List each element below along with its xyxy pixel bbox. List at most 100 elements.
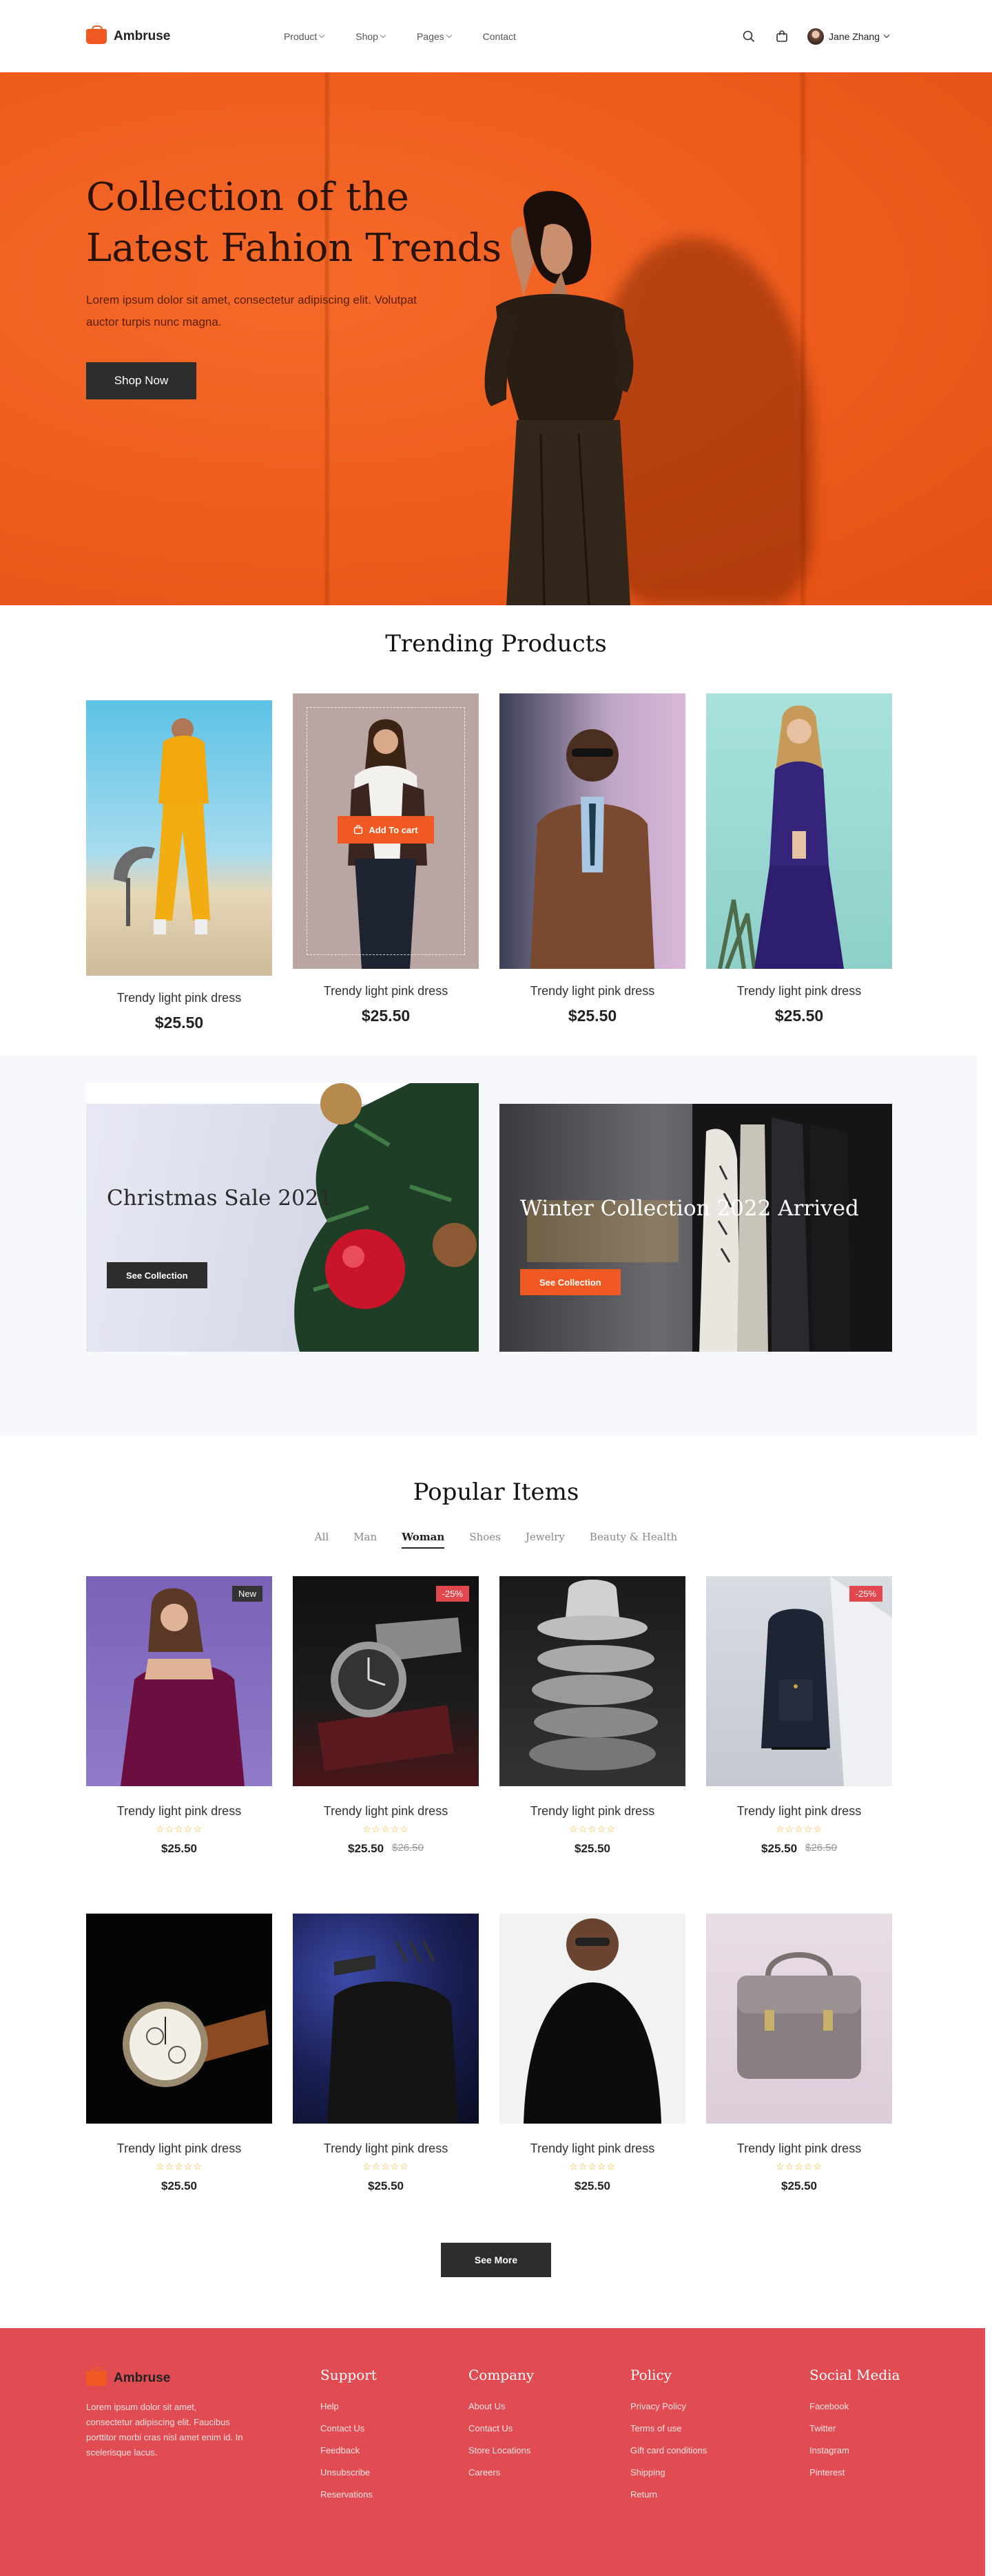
product-image[interactable]: New bbox=[86, 1576, 272, 1786]
tab-all[interactable]: All bbox=[315, 1531, 329, 1549]
product-name: Trendy light pink dress bbox=[116, 1804, 242, 1818]
product-image[interactable] bbox=[499, 693, 685, 969]
tab-jewelry[interactable]: Jewelry bbox=[526, 1531, 565, 1549]
top-navbar: Ambruse Product Shop Pages Contact Jane … bbox=[0, 0, 992, 72]
discount-badge: -25% bbox=[849, 1586, 882, 1602]
footer-link[interactable]: Contact Us bbox=[320, 2423, 377, 2433]
footer-brand: Ambruse Lorem ipsum dolor sit amet, cons… bbox=[86, 2367, 245, 2460]
product-price: $25.50 bbox=[761, 1842, 798, 1855]
product-image[interactable] bbox=[706, 693, 892, 969]
product-card[interactable]: Add To cart Trendy light pink dress $25.… bbox=[293, 693, 479, 1032]
hero-content: Collection of the Latest Fahion Trends L… bbox=[86, 172, 513, 399]
brand-name: Ambruse bbox=[114, 28, 171, 43]
footer-link[interactable]: Facebook bbox=[809, 2401, 900, 2411]
product-image[interactable] bbox=[499, 1914, 685, 2124]
product-image[interactable] bbox=[86, 1914, 272, 2124]
footer-link[interactable]: Unsubscribe bbox=[320, 2467, 377, 2478]
rating-stars-icon: ☆☆☆☆☆ bbox=[362, 2161, 409, 2172]
footer-link[interactable]: Careers bbox=[468, 2467, 534, 2478]
tab-woman[interactable]: Woman bbox=[402, 1531, 445, 1549]
product-image[interactable]: -25% bbox=[293, 1576, 479, 1786]
price-row: $25.50 bbox=[499, 1842, 685, 1856]
promo-section: Christmas Sale 2021 See Collection Winte… bbox=[0, 1056, 977, 1436]
product-card[interactable]: Trendy light pink dress $25.50 bbox=[499, 693, 685, 1032]
product-card[interactable]: Trendy light pink dress ☆☆☆☆☆ $25.50 bbox=[293, 1914, 479, 2193]
footer-link[interactable]: Pinterest bbox=[809, 2467, 900, 2478]
price-row: $25.50 $26.50 bbox=[706, 1842, 892, 1856]
footer-link[interactable]: Feedback bbox=[320, 2445, 377, 2455]
footer-link[interactable]: Shipping bbox=[630, 2467, 707, 2478]
cart-icon[interactable] bbox=[774, 29, 789, 44]
product-card[interactable]: New Trendy light pink dress ☆☆☆☆☆ $25.50 bbox=[86, 1576, 272, 1856]
nav-item-product[interactable]: Product bbox=[284, 31, 325, 42]
shopping-bag-icon bbox=[354, 825, 363, 835]
tab-man[interactable]: Man bbox=[353, 1531, 377, 1549]
old-price: $26.50 bbox=[805, 1842, 837, 1854]
product-name: Trendy light pink dress bbox=[323, 1804, 448, 1818]
footer-link[interactable]: About Us bbox=[468, 2401, 534, 2411]
footer-link[interactable]: Instagram bbox=[809, 2445, 900, 2455]
product-card[interactable]: -25% Trendy light pink dress ☆☆☆☆☆ $25.5… bbox=[293, 1576, 479, 1856]
product-price: $25.50 bbox=[774, 1007, 824, 1025]
product-image[interactable]: -25% bbox=[706, 1576, 892, 1786]
footer-link[interactable]: Privacy Policy bbox=[630, 2401, 707, 2411]
tab-beauty-health[interactable]: Beauty & Health bbox=[590, 1531, 677, 1549]
product-image[interactable] bbox=[293, 1914, 479, 2124]
product-name: Trendy light pink dress bbox=[116, 2142, 242, 2155]
product-name: Trendy light pink dress bbox=[530, 984, 655, 998]
rating-stars-icon: ☆☆☆☆☆ bbox=[156, 2161, 203, 2172]
footer-link[interactable]: Contact Us bbox=[468, 2423, 534, 2433]
product-price: $25.50 bbox=[575, 1842, 610, 1855]
promo-card-winter[interactable]: Winter Collection 2022 Arrived See Colle… bbox=[499, 1083, 892, 1352]
footer-link[interactable]: Twitter bbox=[809, 2423, 900, 2433]
see-collection-button[interactable]: See Collection bbox=[107, 1262, 207, 1288]
user-menu[interactable]: Jane Zhang bbox=[807, 28, 890, 45]
footer-link[interactable]: Store Locations bbox=[468, 2445, 534, 2455]
main-nav: Product Shop Pages Contact bbox=[284, 31, 548, 42]
product-image[interactable] bbox=[706, 1914, 892, 2124]
price-row: $25.50 bbox=[86, 2179, 272, 2193]
price-row: $25.50 bbox=[706, 2179, 892, 2193]
footer-link[interactable]: Gift card conditions bbox=[630, 2445, 707, 2455]
promo-card-christmas[interactable]: Christmas Sale 2021 See Collection bbox=[86, 1083, 479, 1352]
product-image[interactable]: Add To cart bbox=[293, 693, 479, 969]
see-more-button[interactable]: See More bbox=[441, 2243, 551, 2277]
price-row: $25.50 bbox=[293, 2179, 479, 2193]
product-image[interactable] bbox=[499, 1576, 685, 1786]
footer-column-title: Support bbox=[320, 2367, 377, 2383]
product-name: Trendy light pink dress bbox=[736, 1804, 862, 1818]
product-card[interactable]: -25% Trendy light pink dress ☆☆☆☆☆ $25.5… bbox=[706, 1576, 892, 1856]
nav-item-pages[interactable]: Pages bbox=[416, 30, 452, 42]
footer-link[interactable]: Reservations bbox=[320, 2489, 377, 2500]
search-icon[interactable] bbox=[741, 29, 756, 44]
footer-logo[interactable]: Ambruse bbox=[86, 2367, 245, 2386]
product-image[interactable] bbox=[86, 700, 272, 976]
footer-column-title: Company bbox=[468, 2367, 535, 2383]
category-tabs: All Man Woman Shoes Jewelry Beauty & Hea… bbox=[0, 1531, 992, 1549]
product-card[interactable]: Trendy light pink dress $25.50 bbox=[706, 693, 892, 1032]
nav-item-contact[interactable]: Contact bbox=[483, 31, 516, 42]
product-card[interactable]: Trendy light pink dress ☆☆☆☆☆ $25.50 bbox=[706, 1914, 892, 2193]
discount-badge: -25% bbox=[435, 1586, 469, 1602]
brand-logo[interactable]: Ambruse bbox=[86, 25, 171, 44]
product-card[interactable]: Trendy light pink dress ☆☆☆☆☆ $25.50 bbox=[499, 1576, 685, 1856]
product-card[interactable]: Trendy light pink dress $25.50 bbox=[86, 700, 272, 1032]
product-card[interactable]: Trendy light pink dress ☆☆☆☆☆ $25.50 bbox=[499, 1914, 685, 2193]
footer-link[interactable]: Terms of use bbox=[630, 2423, 707, 2433]
tab-shoes[interactable]: Shoes bbox=[469, 1531, 501, 1549]
nav-item-label: Pages bbox=[416, 30, 444, 42]
product-card[interactable]: Trendy light pink dress ☆☆☆☆☆ $25.50 bbox=[86, 1914, 272, 2193]
product-name: Trendy light pink dress bbox=[323, 2142, 448, 2155]
nav-item-label: Shop bbox=[355, 30, 378, 42]
promo-row: Christmas Sale 2021 See Collection Winte… bbox=[0, 1083, 977, 1352]
nav-item-shop[interactable]: Shop bbox=[355, 30, 386, 42]
section-title: Trending Products bbox=[385, 630, 607, 658]
see-collection-button[interactable]: See Collection bbox=[520, 1269, 621, 1295]
add-to-cart-button[interactable]: Add To cart bbox=[338, 816, 434, 844]
footer-column-title: Policy bbox=[630, 2367, 672, 2383]
see-more-wrap: See More bbox=[0, 2243, 992, 2277]
price-row: $25.50 bbox=[499, 2179, 685, 2193]
footer-link[interactable]: Help bbox=[320, 2401, 377, 2411]
shop-now-button[interactable]: Shop Now bbox=[86, 362, 196, 399]
footer-link[interactable]: Return bbox=[630, 2489, 707, 2500]
